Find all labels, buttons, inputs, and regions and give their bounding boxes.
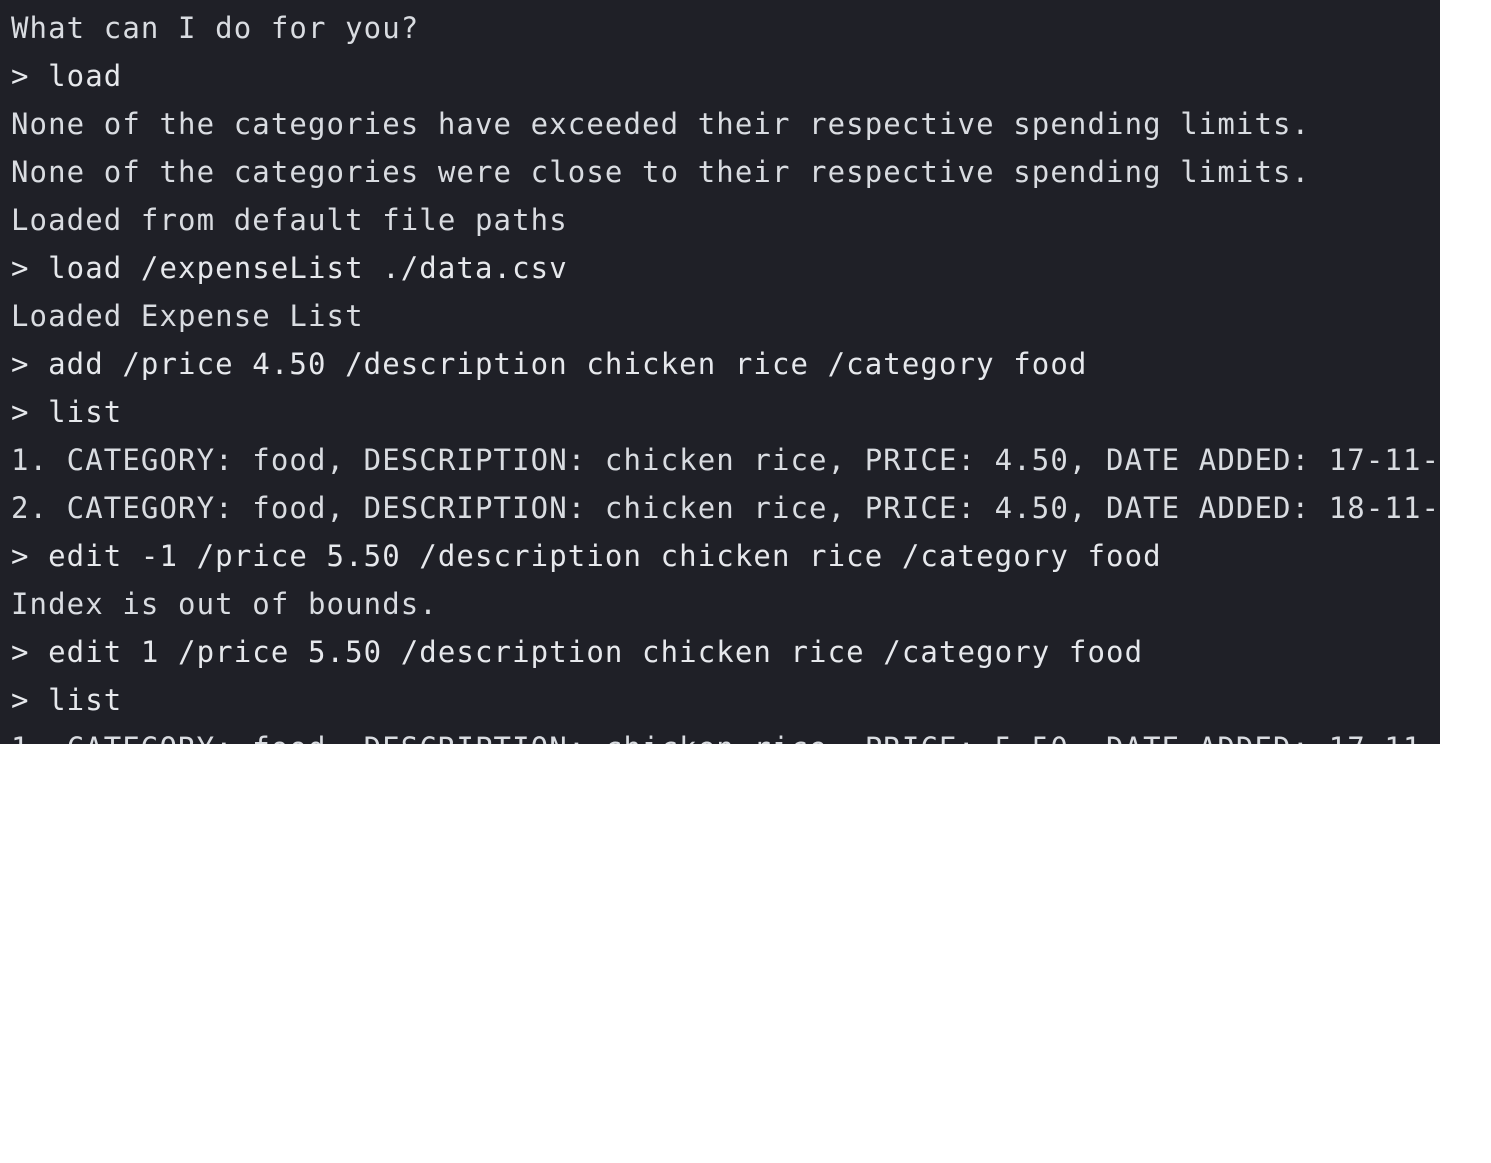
output-line: What can I do for you? (11, 11, 420, 45)
output-line: None of the categories have exceeded the… (11, 107, 1311, 141)
command-line: > edit 1 /price 5.50 /description chicke… (11, 635, 1144, 669)
command-line: > edit -1 /price 5.50 /description chick… (11, 539, 1162, 573)
command-line: > list (11, 683, 123, 717)
command-line: > add /price 4.50 /description chicken r… (11, 347, 1088, 381)
terminal-output: What can I do for you? > load None of th… (0, 0, 1440, 744)
output-line: Loaded from default file paths (11, 203, 568, 237)
output-line: Loaded Expense List (11, 299, 364, 333)
error-line: Index is out of bounds. (11, 587, 438, 621)
command-line: > load (11, 59, 123, 93)
expense-list-item: 2. CATEGORY: food, DESCRIPTION: chicken … (11, 491, 1440, 525)
command-line: > load /expenseList ./data.csv (11, 251, 568, 285)
expense-list-item: 1. CATEGORY: food, DESCRIPTION: chicken … (11, 443, 1440, 477)
expense-list-item: 1. CATEGORY: food, DESCRIPTION: chicken … (11, 724, 1440, 744)
output-line: None of the categories were close to the… (11, 155, 1311, 189)
command-line: > list (11, 395, 123, 429)
